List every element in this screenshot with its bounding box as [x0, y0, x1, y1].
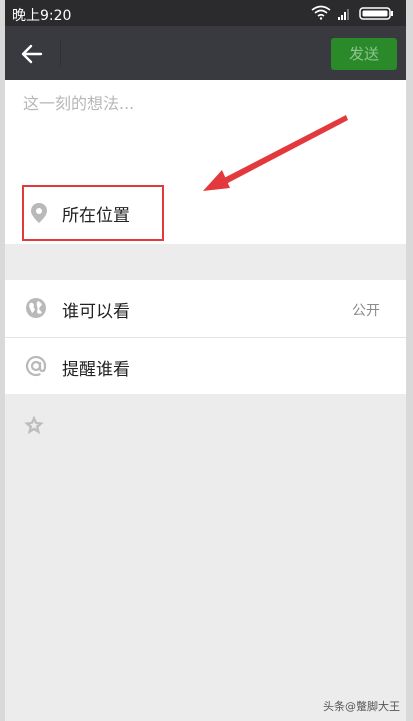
phone-screen: 晚上9:20 发送 这一刻的想法... 所在位置 谁可以看 公开 提醒谁看	[5, 0, 406, 721]
watermark: 头条@蹩脚大王	[323, 700, 400, 713]
remind-label: 提醒谁看	[62, 360, 130, 380]
status-bar: 晚上9:20	[5, 0, 406, 26]
star-icon[interactable]	[23, 414, 45, 436]
status-icons	[310, 5, 400, 21]
post-text-input[interactable]: 这一刻的想法...	[23, 90, 134, 114]
title-bar: 发送	[5, 26, 406, 80]
location-pin-icon	[31, 203, 47, 223]
remind-row[interactable]: 提醒谁看	[5, 338, 406, 395]
visibility-row[interactable]: 谁可以看 公开	[5, 280, 406, 337]
battery-icon	[359, 7, 393, 20]
location-label: 所在位置	[62, 206, 130, 226]
signal-icon	[338, 9, 349, 20]
location-button[interactable]: 所在位置	[22, 185, 164, 241]
wifi-icon	[311, 5, 331, 20]
settings-group: 谁可以看 公开 提醒谁看	[5, 280, 406, 394]
visibility-value: 公开	[352, 303, 380, 319]
back-button[interactable]	[19, 41, 45, 67]
title-divider	[60, 40, 61, 67]
section-gap	[5, 244, 406, 279]
arrow-left-icon	[21, 44, 43, 64]
at-icon	[25, 355, 47, 377]
globe-icon	[26, 298, 46, 318]
status-time: 晚上9:20	[12, 8, 72, 24]
compose-area: 这一刻的想法... 所在位置	[5, 80, 406, 244]
visibility-label: 谁可以看	[62, 302, 130, 322]
send-button[interactable]: 发送	[331, 38, 397, 70]
